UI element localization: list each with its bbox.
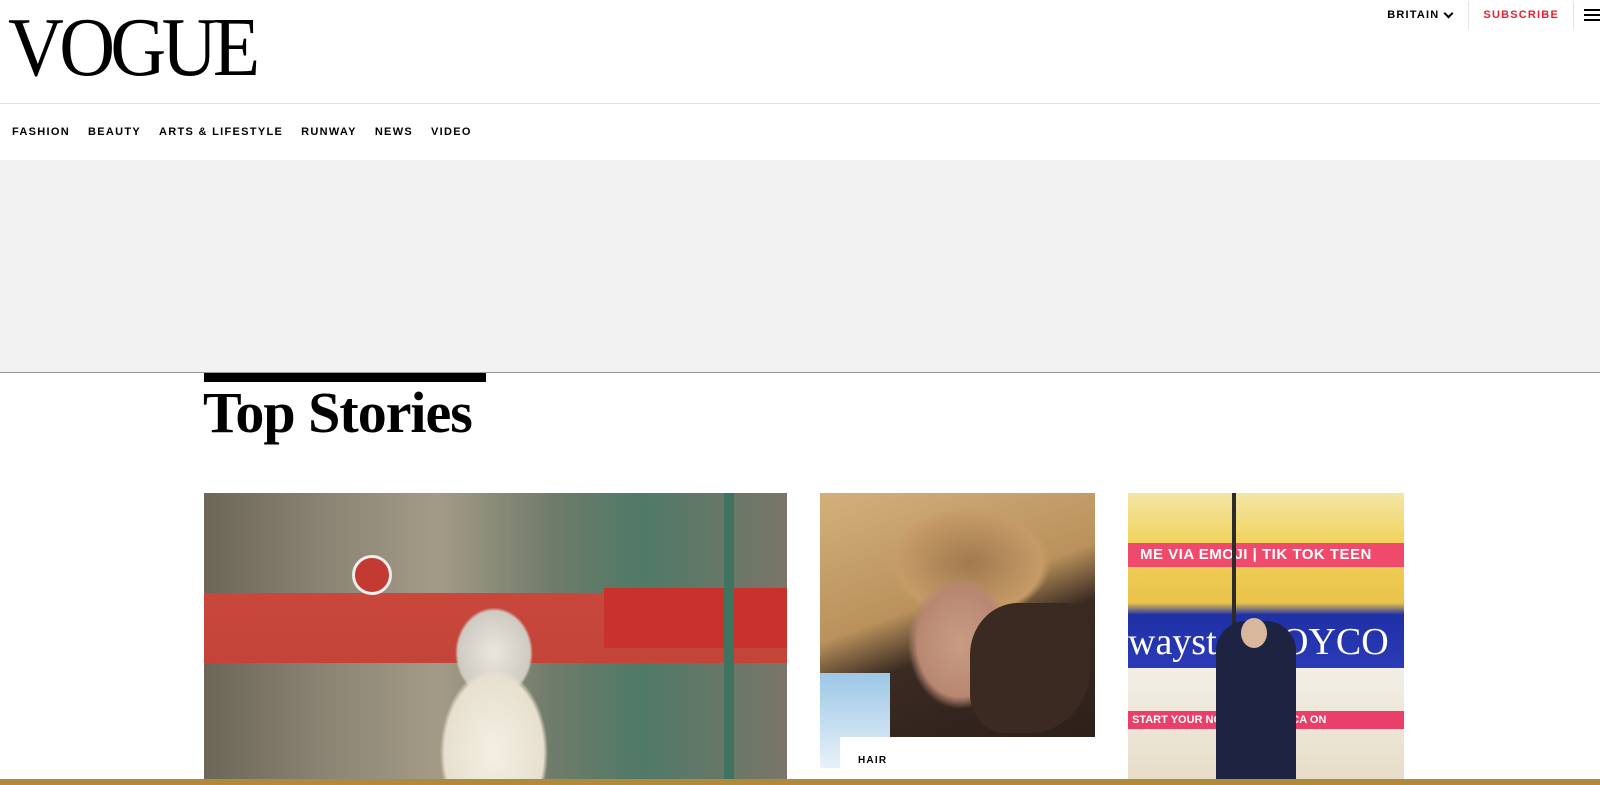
main-nav: FASHION BEAUTY ARTS & LIFESTYLE RUNWAY N… <box>0 104 1600 160</box>
nav-item-video[interactable]: VIDEO <box>431 126 472 138</box>
edition-label: BRITAIN <box>1387 9 1440 21</box>
masthead: VOGUE BRITAIN SUBSCRIBE <box>0 0 1600 104</box>
nav-item-news[interactable]: NEWS <box>375 126 413 138</box>
utility-bar: BRITAIN SUBSCRIBE <box>1387 0 1600 30</box>
hamburger-menu-icon[interactable] <box>1574 1 1600 29</box>
edition-selector[interactable]: BRITAIN <box>1387 1 1470 29</box>
nav-item-fashion[interactable]: FASHION <box>12 126 70 138</box>
story-image-street-style[interactable] <box>204 493 787 785</box>
lamp-pole-shape <box>724 493 734 785</box>
street-sign-shape <box>352 555 392 595</box>
ad-slot <box>0 160 1600 373</box>
nav-item-arts-lifestyle[interactable]: ARTS & LIFESTYLE <box>159 126 283 138</box>
story-image-succession[interactable]: ME VIA EMOJI | TIK TOK TEEN waystar ROYC… <box>1128 493 1404 785</box>
story-image-hair[interactable] <box>820 493 1095 768</box>
screen-ticker-top: ME VIA EMOJI | TIK TOK TEEN <box>1128 543 1404 567</box>
chevron-down-icon <box>1443 8 1454 18</box>
nav-item-runway[interactable]: RUNWAY <box>301 126 357 138</box>
subscribe-link[interactable]: SUBSCRIBE <box>1469 1 1574 29</box>
story-category-label[interactable]: HAIR <box>840 737 1095 785</box>
bottom-strip <box>0 779 1600 785</box>
figure-head-shape <box>1241 618 1267 648</box>
nav-item-beauty[interactable]: BEAUTY <box>88 126 141 138</box>
awning-shape <box>604 588 787 648</box>
section-title: Top Stories <box>203 380 473 445</box>
vogue-logo[interactable]: VOGUE <box>8 6 260 90</box>
hair-shape <box>970 603 1090 733</box>
